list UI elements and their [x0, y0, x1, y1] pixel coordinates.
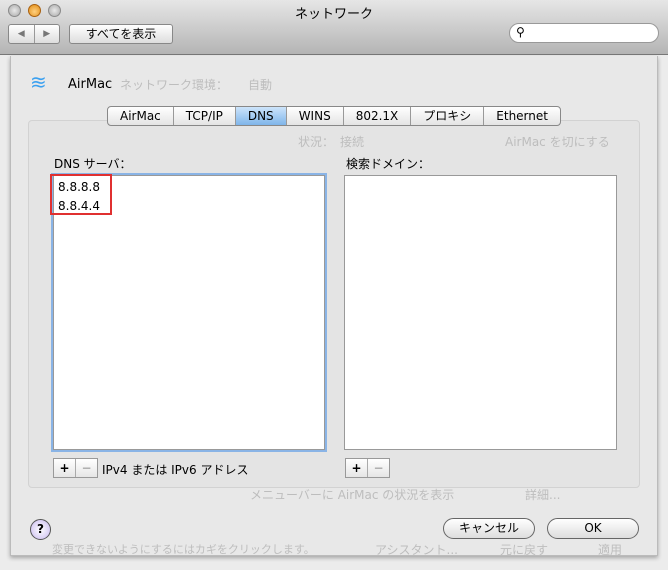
add-domain-button[interactable]: + — [346, 459, 367, 477]
airmac-icon: ≋ — [30, 70, 47, 94]
domain-add-remove: + − — [345, 458, 390, 478]
dns-add-remove: + − — [53, 458, 98, 478]
dns-hint: IPv4 または IPv6 アドレス — [102, 463, 249, 477]
advanced-button: 詳細... — [525, 488, 561, 502]
cancel-button[interactable]: キャンセル — [443, 518, 535, 539]
remove-domain-button[interactable]: − — [367, 459, 389, 477]
dns-server-item[interactable]: 8.8.8.8 — [58, 178, 100, 197]
tab-8021x[interactable]: 802.1X — [344, 107, 412, 125]
search-icon: ⚲ — [516, 25, 525, 39]
ok-button[interactable]: OK — [547, 518, 639, 539]
tab-bar: AirMac TCP/IP DNS WINS 802.1X プロキシ Ether… — [107, 106, 561, 126]
dns-servers-list[interactable]: 8.8.8.8 8.8.4.4 — [50, 174, 325, 450]
tab-airmac[interactable]: AirMac — [108, 107, 174, 125]
location-label: ネットワーク環境： — [120, 78, 229, 92]
show-all-button[interactable]: すべてを表示 — [69, 24, 173, 44]
remove-dns-button[interactable]: − — [75, 459, 97, 477]
back-icon[interactable]: ◀ — [9, 25, 35, 43]
back-forward-control[interactable]: ◀ ▶ — [8, 24, 60, 44]
assistant-button: アシスタント... — [375, 543, 458, 557]
revert-button: 元に戻す — [500, 543, 549, 557]
airmac-off-button: AirMac を切にする — [505, 135, 610, 149]
search-domains-label: 検索ドメイン： — [346, 157, 431, 171]
forward-icon[interactable]: ▶ — [35, 25, 60, 43]
add-dns-button[interactable]: + — [54, 459, 75, 477]
title-bar: ネットワーク ◀ ▶ すべてを表示 ⚲ — [0, 0, 668, 55]
lock-text: 変更できないようにするにはカギをクリックします。 — [52, 543, 315, 556]
tab-tcpip[interactable]: TCP/IP — [174, 107, 236, 125]
tab-wins[interactable]: WINS — [287, 107, 344, 125]
menubar-checkbox: メニューバーに AirMac の状況を表示 — [250, 488, 455, 502]
tab-dns[interactable]: DNS — [235, 107, 287, 125]
status-label: 状況： — [298, 135, 335, 149]
window-title: ネットワーク — [294, 7, 373, 22]
help-button[interactable]: ? — [30, 519, 51, 540]
tab-proxy[interactable]: プロキシ — [411, 107, 485, 125]
location-value: 自動 — [248, 78, 273, 92]
apply-button: 適用 — [598, 543, 623, 557]
search-input[interactable]: ⚲ — [509, 23, 659, 43]
status-value: 接続 — [340, 135, 365, 149]
search-domains-list[interactable] — [344, 175, 617, 450]
dns-server-item[interactable]: 8.8.4.4 — [58, 197, 100, 216]
interface-name: AirMac — [68, 77, 113, 92]
tab-ethernet[interactable]: Ethernet — [484, 107, 560, 125]
dns-servers-label: DNS サーバ： — [54, 157, 132, 171]
